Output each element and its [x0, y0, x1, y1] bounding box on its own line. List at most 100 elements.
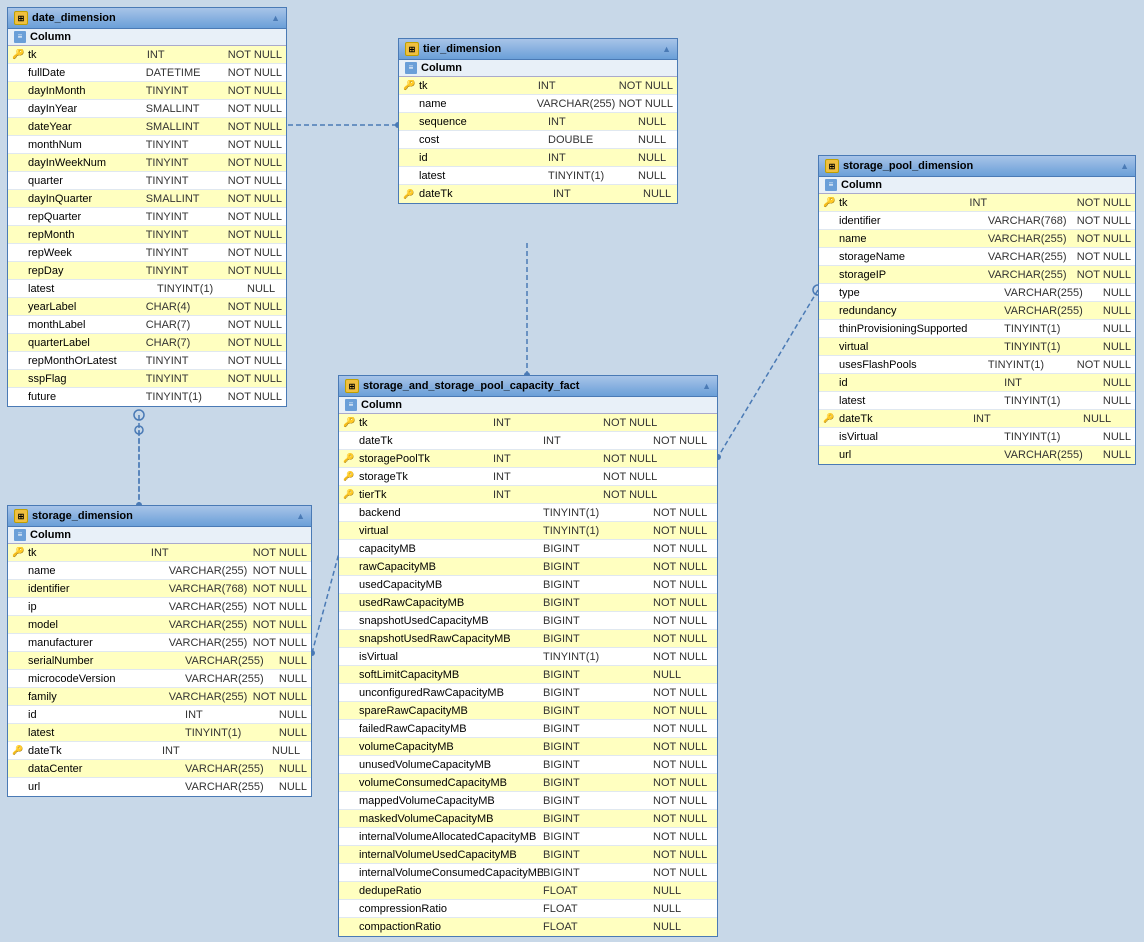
table-row[interactable]: 🔑tk INT NOT NULL — [8, 46, 286, 64]
table-row[interactable]: id INT NULL — [819, 374, 1135, 392]
resize-icon-storage_dimension[interactable]: ▲ — [296, 511, 305, 521]
table-row[interactable]: microcodeVersion VARCHAR(255) NULL — [8, 670, 311, 688]
table-row[interactable]: name VARCHAR(255) NOT NULL — [399, 95, 677, 113]
col-field-null: NULL — [643, 188, 671, 200]
table-row[interactable]: fullDate DATETIME NOT NULL — [8, 64, 286, 82]
table-row[interactable]: compressionRatio FLOAT NULL — [339, 900, 717, 918]
table-row[interactable]: repQuarter TINYINT NOT NULL — [8, 208, 286, 226]
col-field-type: VARCHAR(255) — [537, 98, 619, 110]
table-row[interactable]: url VARCHAR(255) NULL — [8, 778, 311, 796]
table-row[interactable]: 🔑dateTk INT NULL — [8, 742, 311, 760]
table-row[interactable]: id INT NULL — [399, 149, 677, 167]
table-row[interactable]: virtual TINYINT(1) NULL — [819, 338, 1135, 356]
table-row[interactable]: latest TINYINT(1) NULL — [399, 167, 677, 185]
table-row[interactable]: url VARCHAR(255) NULL — [819, 446, 1135, 464]
resize-icon-storage_and_storage_pool_capacity_fact[interactable]: ▲ — [702, 381, 711, 391]
table-row[interactable]: dayInMonth TINYINT NOT NULL — [8, 82, 286, 100]
table-row[interactable]: softLimitCapacityMB BIGINT NULL — [339, 666, 717, 684]
table-row[interactable]: capacityMB BIGINT NOT NULL — [339, 540, 717, 558]
table-row[interactable]: internalVolumeConsumedCapacityMB BIGINT … — [339, 864, 717, 882]
table-row[interactable]: dataCenter VARCHAR(255) NULL — [8, 760, 311, 778]
table-row[interactable]: backend TINYINT(1) NOT NULL — [339, 504, 717, 522]
table-row[interactable]: dayInYear SMALLINT NOT NULL — [8, 100, 286, 118]
table-row[interactable]: name VARCHAR(255) NOT NULL — [8, 562, 311, 580]
table-row[interactable]: dayInWeekNum TINYINT NOT NULL — [8, 154, 286, 172]
table-row[interactable]: manufacturer VARCHAR(255) NOT NULL — [8, 634, 311, 652]
table-row[interactable]: future TINYINT(1) NOT NULL — [8, 388, 286, 406]
table-row[interactable]: isVirtual TINYINT(1) NULL — [819, 428, 1135, 446]
table-row[interactable]: isVirtual TINYINT(1) NOT NULL — [339, 648, 717, 666]
table-row[interactable]: rawCapacityMB BIGINT NOT NULL — [339, 558, 717, 576]
table-row[interactable]: sequence INT NULL — [399, 113, 677, 131]
table-row[interactable]: dedupeRatio FLOAT NULL — [339, 882, 717, 900]
table-row[interactable]: dateTk INT NOT NULL — [339, 432, 717, 450]
resize-icon-date_dimension[interactable]: ▲ — [271, 13, 280, 23]
table-row[interactable]: volumeConsumedCapacityMB BIGINT NOT NULL — [339, 774, 717, 792]
table-row[interactable]: 🔑tierTk INT NOT NULL — [339, 486, 717, 504]
table-row[interactable]: identifier VARCHAR(768) NOT NULL — [8, 580, 311, 598]
table-header-storage_pool_dimension[interactable]: ⊞ storage_pool_dimension ▲ — [819, 156, 1135, 177]
table-row[interactable]: latest TINYINT(1) NULL — [819, 392, 1135, 410]
table-row[interactable]: compactionRatio FLOAT NULL — [339, 918, 717, 936]
table-row[interactable]: 🔑storagePoolTk INT NOT NULL — [339, 450, 717, 468]
table-row[interactable]: yearLabel CHAR(4) NOT NULL — [8, 298, 286, 316]
table-row[interactable]: virtual TINYINT(1) NOT NULL — [339, 522, 717, 540]
table-row[interactable]: usedRawCapacityMB BIGINT NOT NULL — [339, 594, 717, 612]
table-row[interactable]: dayInQuarter SMALLINT NOT NULL — [8, 190, 286, 208]
table-row[interactable]: id INT NULL — [8, 706, 311, 724]
table-row[interactable]: cost DOUBLE NULL — [399, 131, 677, 149]
table-row[interactable]: sspFlag TINYINT NOT NULL — [8, 370, 286, 388]
col-field-type: TINYINT(1) — [146, 391, 228, 403]
table-row[interactable]: snapshotUsedCapacityMB BIGINT NOT NULL — [339, 612, 717, 630]
table-row[interactable]: monthNum TINYINT NOT NULL — [8, 136, 286, 154]
table-row[interactable]: redundancy VARCHAR(255) NULL — [819, 302, 1135, 320]
resize-icon-storage_pool_dimension[interactable]: ▲ — [1120, 161, 1129, 171]
col-field-null: NOT NULL — [228, 265, 282, 277]
table-row[interactable]: latest TINYINT(1) NULL — [8, 280, 286, 298]
table-header-storage_and_storage_pool_capacity_fact[interactable]: ⊞ storage_and_storage_pool_capacity_fact… — [339, 376, 717, 397]
table-row[interactable]: latest TINYINT(1) NULL — [8, 724, 311, 742]
table-row[interactable]: serialNumber VARCHAR(255) NULL — [8, 652, 311, 670]
table-header-date_dimension[interactable]: ⊞ date_dimension ▲ — [8, 8, 286, 29]
table-row[interactable]: volumeCapacityMB BIGINT NOT NULL — [339, 738, 717, 756]
table-row[interactable]: 🔑tk INT NOT NULL — [339, 414, 717, 432]
col-header-label-storage_pool_dimension: Column — [841, 179, 882, 191]
table-row[interactable]: 🔑tk INT NOT NULL — [399, 77, 677, 95]
table-row[interactable]: usesFlashPools TINYINT(1) NOT NULL — [819, 356, 1135, 374]
table-row[interactable]: storageName VARCHAR(255) NOT NULL — [819, 248, 1135, 266]
table-row[interactable]: unconfiguredRawCapacityMB BIGINT NOT NUL… — [339, 684, 717, 702]
table-row[interactable]: type VARCHAR(255) NULL — [819, 284, 1135, 302]
table-row[interactable]: model VARCHAR(255) NOT NULL — [8, 616, 311, 634]
table-row[interactable]: quarterLabel CHAR(7) NOT NULL — [8, 334, 286, 352]
table-row[interactable]: internalVolumeAllocatedCapacityMB BIGINT… — [339, 828, 717, 846]
table-row[interactable]: identifier VARCHAR(768) NOT NULL — [819, 212, 1135, 230]
table-row[interactable]: dateYear SMALLINT NOT NULL — [8, 118, 286, 136]
table-row[interactable]: 🔑dateTk INT NULL — [399, 185, 677, 203]
table-row[interactable]: failedRawCapacityMB BIGINT NOT NULL — [339, 720, 717, 738]
table-row[interactable]: ip VARCHAR(255) NOT NULL — [8, 598, 311, 616]
table-row[interactable]: usedCapacityMB BIGINT NOT NULL — [339, 576, 717, 594]
table-header-storage_dimension[interactable]: ⊞ storage_dimension ▲ — [8, 506, 311, 527]
table-row[interactable]: name VARCHAR(255) NOT NULL — [819, 230, 1135, 248]
resize-icon-tier_dimension[interactable]: ▲ — [662, 44, 671, 54]
table-row[interactable]: repMonthOrLatest TINYINT NOT NULL — [8, 352, 286, 370]
table-row[interactable]: 🔑storageTk INT NOT NULL — [339, 468, 717, 486]
table-row[interactable]: storageIP VARCHAR(255) NOT NULL — [819, 266, 1135, 284]
table-row[interactable]: spareRawCapacityMB BIGINT NOT NULL — [339, 702, 717, 720]
table-row[interactable]: quarter TINYINT NOT NULL — [8, 172, 286, 190]
table-header-tier_dimension[interactable]: ⊞ tier_dimension ▲ — [399, 39, 677, 60]
table-row[interactable]: maskedVolumeCapacityMB BIGINT NOT NULL — [339, 810, 717, 828]
table-row[interactable]: repWeek TINYINT NOT NULL — [8, 244, 286, 262]
table-row[interactable]: 🔑tk INT NOT NULL — [8, 544, 311, 562]
table-row[interactable]: monthLabel CHAR(7) NOT NULL — [8, 316, 286, 334]
table-row[interactable]: snapshotUsedRawCapacityMB BIGINT NOT NUL… — [339, 630, 717, 648]
table-row[interactable]: 🔑dateTk INT NULL — [819, 410, 1135, 428]
table-row[interactable]: 🔑tk INT NOT NULL — [819, 194, 1135, 212]
table-row[interactable]: unusedVolumeCapacityMB BIGINT NOT NULL — [339, 756, 717, 774]
table-row[interactable]: mappedVolumeCapacityMB BIGINT NOT NULL — [339, 792, 717, 810]
table-row[interactable]: internalVolumeUsedCapacityMB BIGINT NOT … — [339, 846, 717, 864]
table-row[interactable]: repMonth TINYINT NOT NULL — [8, 226, 286, 244]
table-row[interactable]: thinProvisioningSupported TINYINT(1) NUL… — [819, 320, 1135, 338]
table-row[interactable]: repDay TINYINT NOT NULL — [8, 262, 286, 280]
table-row[interactable]: family VARCHAR(255) NOT NULL — [8, 688, 311, 706]
